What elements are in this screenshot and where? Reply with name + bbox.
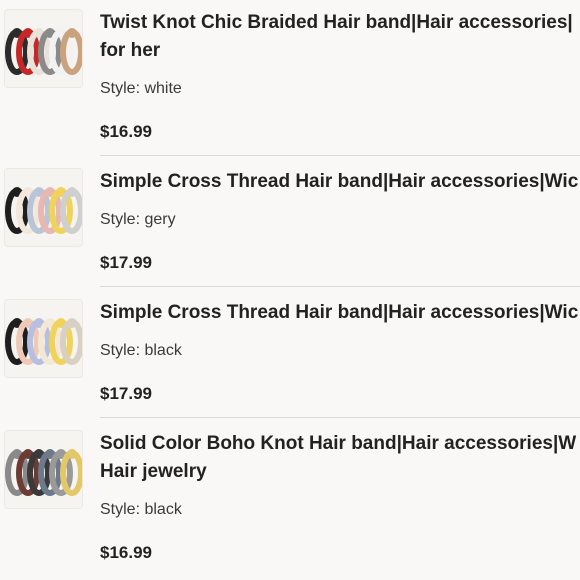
product-style: Style: gery — [100, 211, 176, 228]
headband-knot — [67, 449, 77, 459]
list-item[interactable]: Simple Cross Thread Hair band|Hair acces… — [0, 168, 580, 298]
product-title-line: for her — [100, 40, 161, 61]
product-title[interactable]: Simple Cross Thread Hair band|Hair acces… — [100, 299, 580, 327]
hair-bands-knot-image — [5, 10, 82, 87]
headband-knot — [67, 28, 77, 38]
hair-bands-cross-image — [5, 300, 82, 377]
product-price: $16.99 — [100, 122, 152, 141]
product-title-line: Simple Cross Thread Hair band|Hair acces… — [100, 302, 579, 323]
divider — [100, 155, 580, 156]
product-price: $16.99 — [100, 543, 152, 562]
product-title-line: Hair jewelry — [100, 461, 207, 482]
product-title-line: Twist Knot Chic Braided Hair band|Hair a… — [100, 12, 573, 33]
product-title-line: Simple Cross Thread Hair band|Hair acces… — [100, 171, 579, 192]
headband-knot — [67, 187, 77, 197]
product-title[interactable]: Solid Color Boho Knot Hair band|Hair acc… — [100, 430, 580, 486]
product-thumbnail[interactable] — [4, 299, 83, 378]
product-title-line: Solid Color Boho Knot Hair band|Hair acc… — [100, 433, 577, 454]
product-style: Style: black — [100, 342, 182, 359]
list-item[interactable]: Simple Cross Thread Hair band|Hair acces… — [0, 299, 580, 429]
product-price: $17.99 — [100, 253, 152, 272]
divider — [100, 417, 580, 418]
hair-bands-cross-image — [5, 169, 82, 246]
product-style: Style: black — [100, 501, 182, 518]
product-thumbnail[interactable] — [4, 430, 83, 509]
divider — [100, 286, 580, 287]
list-item[interactable]: Solid Color Boho Knot Hair band|Hair acc… — [0, 430, 580, 562]
product-title[interactable]: Simple Cross Thread Hair band|Hair acces… — [100, 168, 580, 196]
product-price: $17.99 — [100, 384, 152, 403]
headband-knot — [67, 318, 77, 328]
product-style: Style: white — [100, 80, 182, 97]
hair-bands-boho-image — [5, 431, 82, 508]
product-thumbnail[interactable] — [4, 168, 83, 247]
product-thumbnail[interactable] — [4, 9, 83, 88]
product-list: Twist Knot Chic Braided Hair band|Hair a… — [0, 0, 580, 580]
product-title[interactable]: Twist Knot Chic Braided Hair band|Hair a… — [100, 9, 580, 65]
list-item[interactable]: Twist Knot Chic Braided Hair band|Hair a… — [0, 9, 580, 141]
